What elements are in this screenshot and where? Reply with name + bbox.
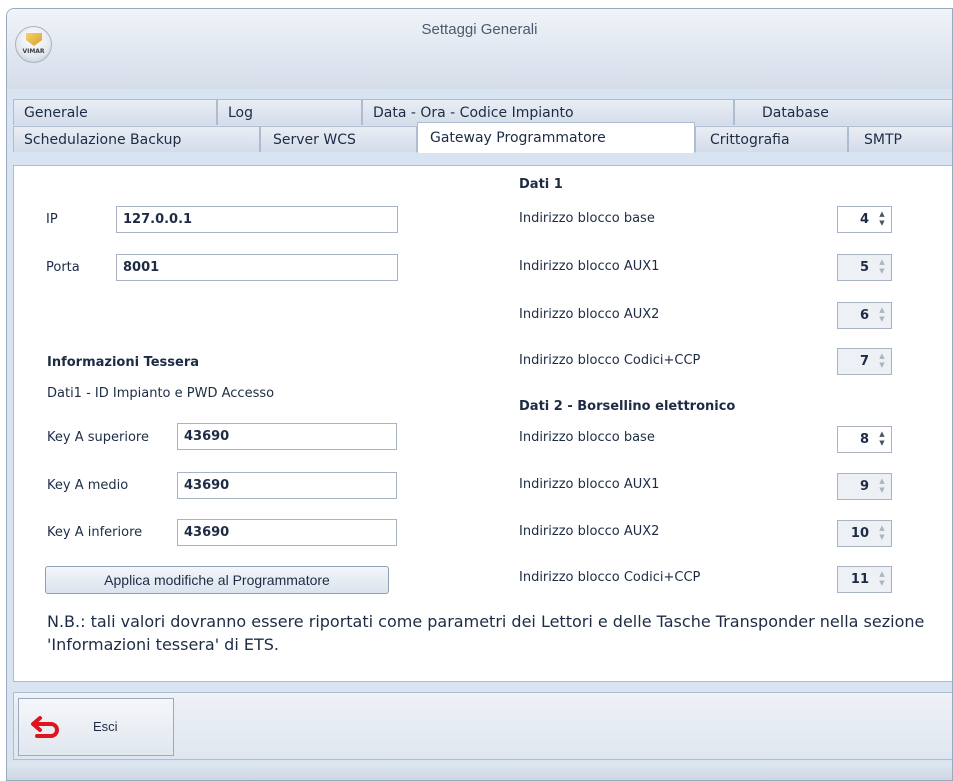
dati2-aux1-value: 9 — [859, 479, 869, 494]
dati2-heading: Dati 2 - Borsellino elettronico — [519, 399, 736, 414]
gateway-panel: IP 127.0.0.1 Porta 8001 Informazioni Tes… — [13, 165, 952, 682]
key-a-inferiore-input[interactable]: 43690 — [177, 519, 397, 546]
exit-button[interactable]: Esci — [18, 698, 174, 756]
key-a-superiore-input[interactable]: 43690 — [177, 423, 397, 450]
tab-smtp[interactable]: SMTP — [848, 126, 952, 152]
port-label: Porta — [46, 260, 80, 275]
tab-schedulazione-backup[interactable]: Schedulazione Backup — [13, 126, 260, 152]
dati1-base-value: 4 — [859, 212, 869, 227]
logo-text: VIMAR — [22, 48, 45, 55]
dati1-aux2-label: Indirizzo blocco AUX2 — [519, 307, 660, 322]
ip-input[interactable]: 127.0.0.1 — [116, 206, 398, 233]
dati1-codici-label: Indirizzo blocco Codici+CCP — [519, 353, 701, 368]
dati2-base-spinner[interactable]: 8 ▲ ▼ — [837, 426, 892, 453]
dati1-codici-value: 7 — [859, 354, 869, 369]
dati2-codici-value: 11 — [850, 572, 869, 587]
key-a-medio-input[interactable]: 43690 — [177, 472, 397, 499]
spinner-arrows-icon: ▲ ▼ — [879, 477, 885, 494]
dati2-aux2-label: Indirizzo blocco AUX2 — [519, 524, 660, 539]
spinner-arrows-icon: ▲ ▼ — [879, 570, 885, 587]
dati1-base-spinner[interactable]: 4 ▲ ▼ — [837, 206, 892, 233]
tab-crittografia[interactable]: Crittografia — [695, 126, 848, 152]
dati1-heading: Dati 1 — [519, 177, 563, 192]
spinner-arrows-icon[interactable]: ▲ ▼ — [876, 210, 888, 229]
dati2-base-label: Indirizzo blocco base — [519, 430, 655, 445]
dati2-codici-label: Indirizzo blocco Codici+CCP — [519, 570, 701, 585]
undo-arrow-icon — [31, 716, 59, 738]
tab-database[interactable]: Database — [734, 99, 952, 125]
apply-changes-button[interactable]: Applica modifiche al Programmatore — [45, 566, 389, 594]
dati2-aux2-spinner: 10 ▲ ▼ — [837, 520, 892, 547]
dati1-aux1-value: 5 — [859, 260, 869, 275]
spinner-arrows-icon: ▲ ▼ — [879, 258, 885, 275]
spinner-arrows-icon: ▲ ▼ — [879, 306, 885, 323]
dati2-base-value: 8 — [859, 432, 869, 447]
dati1-aux2-spinner: 6 ▲ ▼ — [837, 302, 892, 329]
dati1-codici-spinner: 7 ▲ ▼ — [837, 348, 892, 375]
info-note: N.B.: tali valori dovranno essere riport… — [47, 612, 925, 654]
dati2-codici-spinner: 11 ▲ ▼ — [837, 566, 892, 593]
spinner-arrows-icon: ▲ ▼ — [879, 352, 885, 369]
dati1-aux1-spinner: 5 ▲ ▼ — [837, 254, 892, 281]
port-input[interactable]: 8001 — [116, 254, 398, 281]
status-bar — [7, 763, 952, 780]
title-bar: VIMAR Settaggi Generali — [7, 9, 952, 89]
spinner-arrows-icon: ▲ ▼ — [879, 524, 885, 541]
ip-label: IP — [46, 212, 58, 227]
dati1-aux1-label: Indirizzo blocco AUX1 — [519, 259, 660, 274]
exit-button-label: Esci — [93, 719, 118, 734]
dati1-aux2-value: 6 — [859, 308, 869, 323]
dati1-base-label: Indirizzo blocco base — [519, 211, 655, 226]
tab-gateway-programmatore[interactable]: Gateway Programmatore — [417, 122, 695, 153]
tab-server-wcs[interactable]: Server WCS — [260, 126, 417, 152]
window-title: Settaggi Generali — [421, 21, 538, 38]
card-info-subheading: Dati1 - ID Impianto e PWD Accesso — [47, 386, 275, 401]
spinner-arrows-icon[interactable]: ▲ ▼ — [876, 430, 888, 449]
card-info-heading: Informazioni Tessera — [47, 355, 200, 370]
dati2-aux1-spinner: 9 ▲ ▼ — [837, 473, 892, 500]
tab-generale[interactable]: Generale — [13, 99, 217, 125]
bottom-toolbar: Esci — [13, 692, 952, 760]
dati2-aux1-label: Indirizzo blocco AUX1 — [519, 477, 660, 492]
settings-window: VIMAR Settaggi Generali Generale Log Dat… — [6, 8, 953, 781]
key-a-inferiore-label: Key A inferiore — [47, 525, 143, 540]
dati2-aux2-value: 10 — [850, 526, 869, 541]
key-a-medio-label: Key A medio — [47, 478, 129, 493]
key-a-superiore-label: Key A superiore — [47, 430, 149, 445]
tab-log[interactable]: Log — [217, 99, 362, 125]
